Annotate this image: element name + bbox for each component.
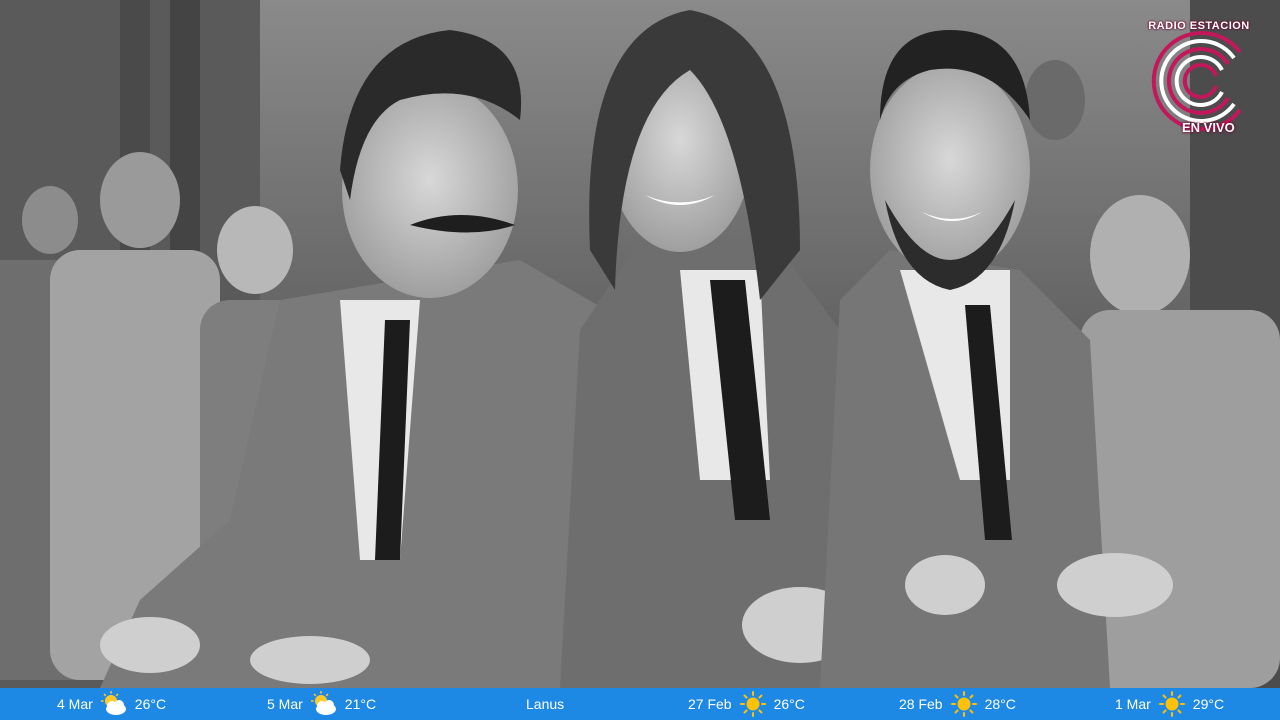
weather-ticker: 4 Mar 26°C 5 Mar 21°C Lanus 27 Feb 26°C … xyxy=(0,688,1280,720)
forecast-temp: 21°C xyxy=(344,696,377,712)
forecast-temp: 26°C xyxy=(134,696,167,712)
video-frame[interactable]: RADIO ESTACION EN VIVO xyxy=(0,0,1280,688)
logo-name-top: RADIO ESTACION xyxy=(1148,20,1250,32)
sun-icon xyxy=(950,691,977,717)
forecast-item: 5 Mar 21°C xyxy=(267,688,376,720)
forecast-item: 27 Feb 26°C xyxy=(688,688,805,720)
forecast-temp: 26°C xyxy=(773,696,805,712)
forecast-item: 28 Feb 28°C xyxy=(899,688,1016,720)
forecast-date: 28 Feb xyxy=(899,696,943,712)
forecast-date: 1 Mar xyxy=(1115,696,1151,712)
forecast-date: 27 Feb xyxy=(688,696,732,712)
sun-icon xyxy=(739,691,766,717)
forecast-date: 4 Mar xyxy=(57,696,93,712)
forecast-temp: 28°C xyxy=(984,696,1016,712)
forecast-date: 5 Mar xyxy=(267,696,303,712)
forecast-item: 4 Mar 26°C xyxy=(57,688,166,720)
forecast-temp: 29°C xyxy=(1192,696,1225,712)
logo-name-bottom: EN VIVO xyxy=(1182,120,1235,135)
forecast-city: Lanus xyxy=(526,696,565,712)
video-image xyxy=(0,0,1280,688)
channel-logo[interactable]: RADIO ESTACION EN VIVO xyxy=(1138,16,1260,144)
forecast-item: 1 Mar 29°C xyxy=(1115,688,1224,720)
sun-icon xyxy=(1158,691,1185,717)
partly-cloudy-icon xyxy=(310,691,336,715)
partly-cloudy-icon xyxy=(100,691,126,715)
